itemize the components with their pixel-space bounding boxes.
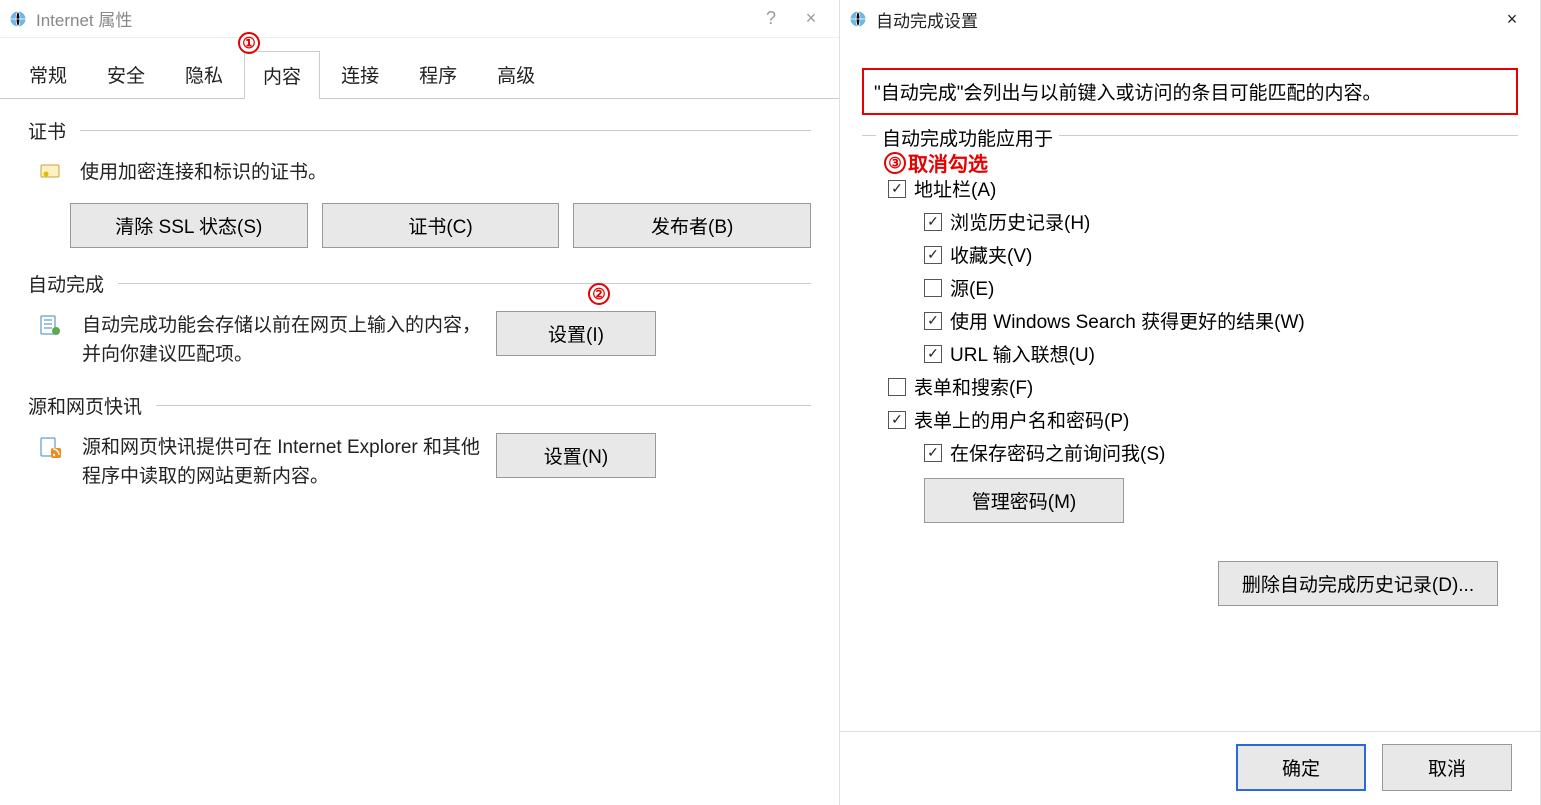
checkbox-feeds[interactable]: 源(E) [924, 274, 1518, 301]
info-text: "自动完成"会列出与以前键入或访问的条目可能匹配的内容。 [862, 68, 1518, 115]
tab-5[interactable]: 程序 [400, 50, 476, 98]
group-feeds: 源和网页快讯 源和网页快讯提供可在 Internet Explorer 和其他程… [28, 392, 811, 492]
autocomplete-applies-group: 自动完成功能应用于 ③取消勾选 地址栏(A) 浏览历史记录(H) 收藏夹(V) … [862, 135, 1518, 543]
close-button[interactable]: × [1492, 9, 1532, 30]
tab-1[interactable]: 安全 [88, 50, 164, 98]
group-certificates: 证书 使用加密连接和标识的证书。 清除 SSL 状态(S) 证书(C) 发布者(… [28, 117, 811, 248]
checkbox-label: 表单和搜索(F) [914, 373, 1033, 400]
checkbox-label: 浏览历史记录(H) [950, 208, 1090, 235]
tab-6[interactable]: 高级 [478, 50, 554, 98]
checkbox-label: 地址栏(A) [914, 175, 996, 202]
group-legend: 自动完成功能应用于 [876, 124, 1059, 151]
checkbox-icon [924, 312, 942, 330]
feeds-icon [28, 433, 68, 464]
checkbox-icon [924, 345, 942, 363]
checkbox-icon [888, 378, 906, 396]
tabs: 常规安全隐私内容连接程序高级 [0, 38, 839, 99]
checkbox-icon [888, 411, 906, 429]
tab-2[interactable]: 隐私 [166, 50, 242, 98]
divider [156, 405, 811, 406]
group-autocomplete: 自动完成 自动完成功能会存储以前在网页上输入的内容，并向你建议匹配项。 ② 设置… [28, 270, 811, 370]
tab-content: 证书 使用加密连接和标识的证书。 清除 SSL 状态(S) 证书(C) 发布者(… [0, 99, 839, 805]
help-button[interactable]: ? [751, 8, 791, 29]
checkbox-label: 源(E) [950, 274, 994, 301]
tab-4[interactable]: 连接 [322, 50, 398, 98]
autocomplete-settings-window: 自动完成设置 × "自动完成"会列出与以前键入或访问的条目可能匹配的内容。 自动… [840, 0, 1541, 805]
checkbox-label: 表单上的用户名和密码(P) [914, 406, 1129, 433]
group-title-autocomplete: 自动完成 [28, 270, 104, 297]
globe-icon [848, 9, 868, 29]
checkbox-label: URL 输入联想(U) [950, 340, 1095, 367]
checkbox-icon [924, 213, 942, 231]
certificates-button[interactable]: 证书(C) [322, 203, 560, 248]
tab-0[interactable]: 常规 [10, 50, 86, 98]
autocomplete-desc: 自动完成功能会存储以前在网页上输入的内容，并向你建议匹配项。 [82, 311, 482, 370]
manage-passwords-button[interactable]: 管理密码(M) [924, 478, 1124, 523]
tab-3[interactable]: 内容 [244, 51, 320, 99]
divider [118, 283, 811, 284]
delete-history-button[interactable]: 删除自动完成历史记录(D)... [1218, 561, 1498, 606]
window-title: Internet 属性 [36, 6, 132, 31]
autocomplete-icon [28, 311, 68, 342]
checkbox-windows-search[interactable]: 使用 Windows Search 获得更好的结果(W) [924, 307, 1518, 334]
checkbox-label: 在保存密码之前询问我(S) [950, 439, 1165, 466]
checkbox-user-pass[interactable]: 表单上的用户名和密码(P) [888, 406, 1518, 433]
checkbox-label: 收藏夹(V) [950, 241, 1032, 268]
internet-properties-window: Internet 属性 ? × 常规安全隐私内容连接程序高级 ① 证书 使用加密… [0, 0, 840, 805]
group-title-cert: 证书 [28, 117, 66, 144]
titlebar-left: Internet 属性 ? × [0, 0, 839, 38]
close-button[interactable]: × [791, 8, 831, 29]
checkbox-forms-search[interactable]: 表单和搜索(F) [888, 373, 1518, 400]
checkbox-icon [924, 444, 942, 462]
feeds-desc: 源和网页快讯提供可在 Internet Explorer 和其他程序中读取的网站… [82, 433, 482, 492]
globe-icon [8, 9, 28, 29]
cancel-button[interactable]: 取消 [1382, 744, 1512, 791]
autocomplete-settings-button[interactable]: 设置(I) [496, 311, 656, 356]
feeds-settings-button[interactable]: 设置(N) [496, 433, 656, 478]
checkbox-ask-save[interactable]: 在保存密码之前询问我(S) [924, 439, 1518, 466]
checkbox-label: 使用 Windows Search 获得更好的结果(W) [950, 307, 1305, 334]
checkbox-icon [888, 180, 906, 198]
clear-ssl-button[interactable]: 清除 SSL 状态(S) [70, 203, 308, 248]
publishers-button[interactable]: 发布者(B) [573, 203, 811, 248]
checkbox-history[interactable]: 浏览历史记录(H) [924, 208, 1518, 235]
window-title: 自动完成设置 [876, 7, 978, 32]
certificate-icon [28, 158, 68, 189]
titlebar-right: 自动完成设置 × [840, 0, 1540, 38]
group-title-feeds: 源和网页快讯 [28, 392, 142, 419]
ok-button[interactable]: 确定 [1236, 744, 1366, 791]
checkbox-favorites[interactable]: 收藏夹(V) [924, 241, 1518, 268]
cert-desc: 使用加密连接和标识的证书。 [80, 158, 811, 189]
checkbox-icon [924, 279, 942, 297]
checkbox-url-suggest[interactable]: URL 输入联想(U) [924, 340, 1518, 367]
divider [80, 130, 811, 131]
checkbox-address-bar[interactable]: 地址栏(A) [888, 175, 1518, 202]
dialog-footer: 确定 取消 [840, 731, 1540, 805]
checkbox-icon [924, 246, 942, 264]
annotation-3: ③取消勾选 [884, 148, 988, 177]
